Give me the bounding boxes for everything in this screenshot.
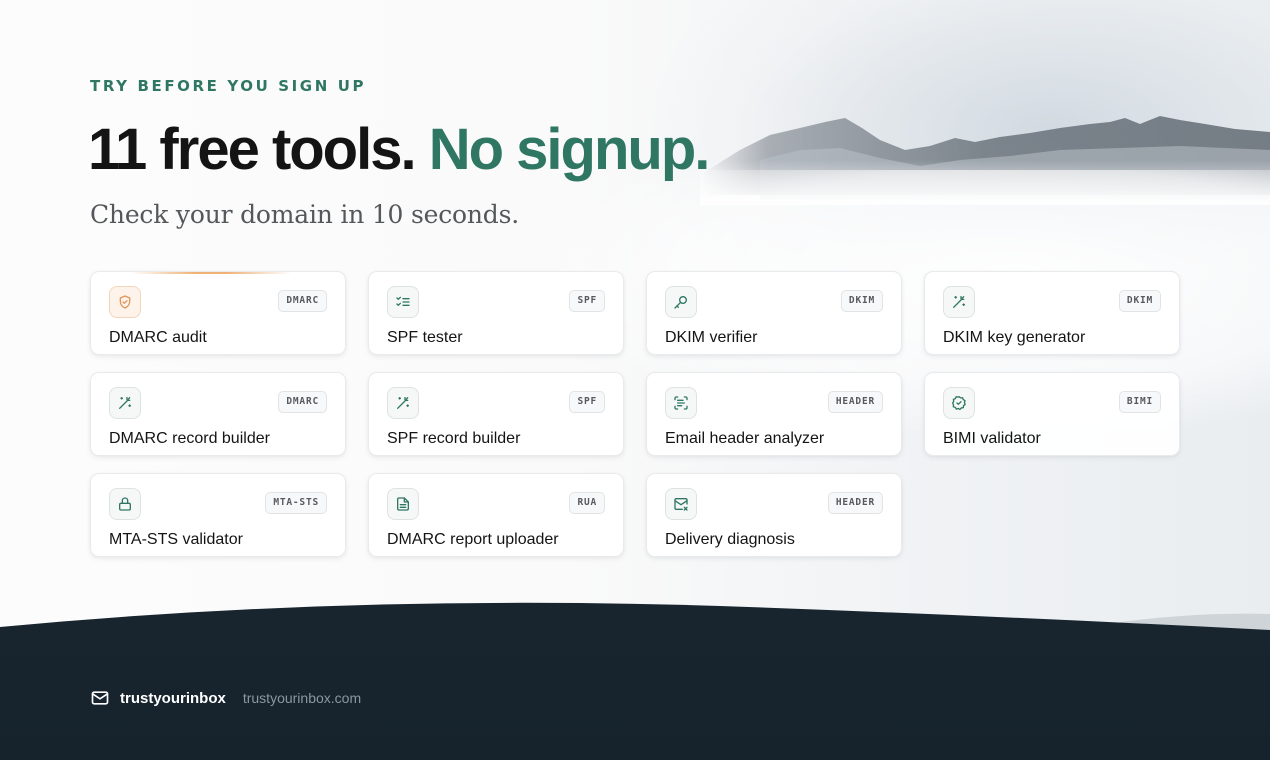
tool-badge: HEADER xyxy=(827,492,883,514)
site-url[interactable]: trustyourinbox.com xyxy=(243,690,361,706)
tool-badge: DMARC xyxy=(278,391,327,413)
tool-card-spf-record-builder[interactable]: SPF SPF record builder xyxy=(368,372,624,456)
tool-badge: DMARC xyxy=(278,290,327,312)
key-icon xyxy=(665,286,697,318)
footer-brand-bar: trustyourinbox trustyourinbox.com xyxy=(90,688,361,708)
tool-title: SPF tester xyxy=(387,329,463,346)
lock-icon xyxy=(109,488,141,520)
tool-title: DMARC report uploader xyxy=(387,531,559,548)
tool-badge: SPF xyxy=(569,290,605,312)
tool-card-dkim-verifier[interactable]: DKIM DKIM verifier xyxy=(646,271,902,355)
tool-badge: DKIM xyxy=(840,290,883,312)
badge-check-icon xyxy=(943,387,975,419)
eyebrow-label: TRY BEFORE YOU SIGN UP xyxy=(90,77,367,95)
tool-title: Delivery diagnosis xyxy=(665,531,795,548)
shield-icon xyxy=(109,286,141,318)
headline-accent: No signup. xyxy=(428,117,711,182)
tool-badge: SPF xyxy=(569,391,605,413)
tool-title: DKIM key generator xyxy=(943,329,1086,346)
tool-card-dmarc-report-uploader[interactable]: RUA DMARC report uploader xyxy=(368,473,624,557)
tool-card-spf-tester[interactable]: SPF SPF tester xyxy=(368,271,624,355)
tool-card-email-header-analyzer[interactable]: HEADER Email header analyzer xyxy=(646,372,902,456)
checklist-icon xyxy=(387,286,419,318)
magic-wand-icon xyxy=(109,387,141,419)
tool-badge: RUA xyxy=(569,492,605,514)
tool-badge: BIMI xyxy=(1118,391,1161,413)
tool-card-dmarc-record-builder[interactable]: DMARC DMARC record builder xyxy=(90,372,346,456)
tool-card-dkim-key-generator[interactable]: DKIM DKIM key generator xyxy=(924,271,1180,355)
page-title: 11 free tools. No signup. xyxy=(88,112,711,188)
tool-title: BIMI validator xyxy=(943,430,1041,447)
headline-main: 11 free tools. xyxy=(88,117,417,182)
tool-title: MTA-STS validator xyxy=(109,531,243,548)
mail-x-icon xyxy=(665,488,697,520)
brand-name[interactable]: trustyourinbox xyxy=(120,690,226,707)
scan-text-icon xyxy=(665,387,697,419)
tool-card-mta-sts-validator[interactable]: MTA-STS MTA-STS validator xyxy=(90,473,346,557)
tool-card-bimi-validator[interactable]: BIMI BIMI validator xyxy=(924,372,1180,456)
tool-badge: MTA-STS xyxy=(265,492,327,514)
magic-wand-icon xyxy=(387,387,419,419)
tools-grid: DMARC DMARC audit SPF SPF tester DKIM DK… xyxy=(90,271,1180,561)
tool-title: SPF record builder xyxy=(387,430,521,447)
tool-badge: DKIM xyxy=(1118,290,1161,312)
tool-title: DMARC record builder xyxy=(109,430,270,447)
tool-title: DMARC audit xyxy=(109,329,207,346)
tool-title: DKIM verifier xyxy=(665,329,758,346)
footer-background xyxy=(0,602,1270,760)
tool-badge: HEADER xyxy=(827,391,883,413)
mail-icon xyxy=(91,691,109,705)
magic-wand-icon xyxy=(943,286,975,318)
tool-card-dmarc-audit[interactable]: DMARC DMARC audit xyxy=(90,271,346,355)
file-icon xyxy=(387,488,419,520)
subheadline: Check your domain in 10 seconds. xyxy=(90,200,519,229)
tool-title: Email header analyzer xyxy=(665,430,825,447)
tool-card-delivery-diagnosis[interactable]: HEADER Delivery diagnosis xyxy=(646,473,902,557)
